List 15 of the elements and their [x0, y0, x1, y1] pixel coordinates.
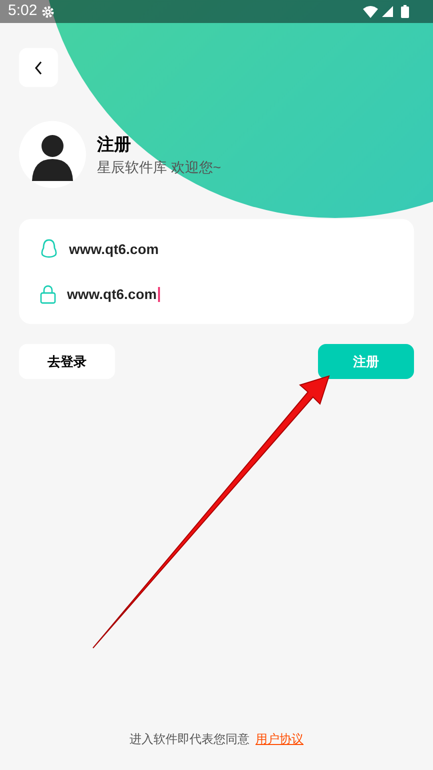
status-time: 5:02: [8, 1, 38, 22]
settings-icon: [41, 4, 56, 18]
back-button[interactable]: [19, 48, 58, 87]
lock-icon: [40, 284, 56, 304]
welcome-text: 星辰软件库 欢迎您~: [97, 158, 222, 176]
page-title: 注册: [97, 134, 132, 156]
wifi-icon: [363, 6, 378, 18]
back-icon: [32, 60, 44, 74]
input-field[interactable]: www.qt6.com: [67, 284, 157, 304]
agreement-text: 进入软件即代表您同意: [130, 731, 250, 748]
avatar-icon: [19, 121, 86, 188]
battery-icon: [401, 5, 409, 18]
login-button[interactable]: 去登录: [19, 344, 115, 379]
signal-icon: [382, 6, 393, 17]
input-field[interactable]: www.qt6.com: [69, 238, 159, 260]
